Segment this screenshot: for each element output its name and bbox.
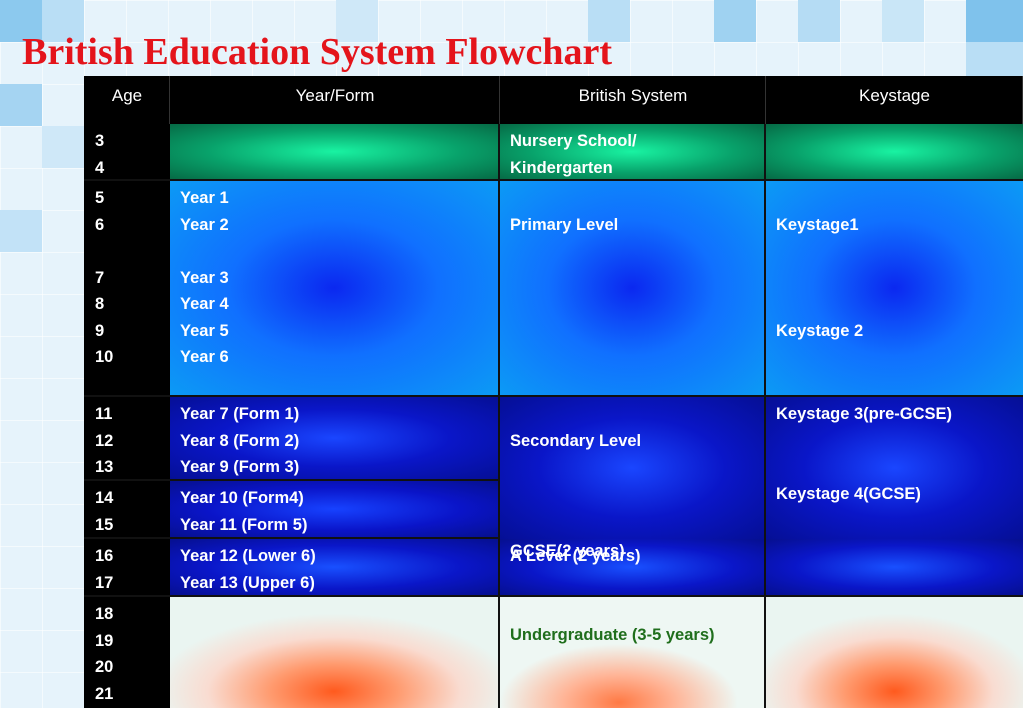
nursery-keystage-cell bbox=[766, 124, 1023, 181]
column-header-age: Age bbox=[84, 76, 170, 124]
primary-keystage: Keystage1 Keystage 2 bbox=[766, 181, 1023, 397]
background-tile bbox=[966, 0, 1023, 42]
secondary-level-label: Secondary Level bbox=[510, 431, 642, 450]
nursery-system: Nursery School/ Kindergarten bbox=[500, 124, 766, 181]
university-keystage-cell bbox=[766, 597, 1023, 708]
secondary-system: Secondary Level GCSE(2 years) bbox=[500, 397, 766, 560]
background-tile bbox=[798, 0, 840, 42]
primary-system: Primary Level bbox=[500, 181, 766, 397]
sixth-form-ages: 16 17 bbox=[84, 539, 170, 597]
gcse-ages: 14 15 bbox=[84, 481, 170, 539]
primary-ages: 5 6 7 8 9 10 bbox=[84, 181, 170, 397]
sixth-form-years: Year 12 (Lower 6) Year 13 (Upper 6) bbox=[170, 539, 500, 597]
university-ages: 18 19 20 21 bbox=[84, 597, 170, 708]
nursery-ages: 3 4 bbox=[84, 124, 170, 181]
secondary-keystage: Keystage 3(pre-GCSE) Keystage 4(GCSE) bbox=[766, 397, 1023, 539]
sixth-form-keystage-cell bbox=[766, 539, 1023, 597]
page-title: British Education System Flowchart bbox=[22, 31, 613, 73]
background-tile bbox=[0, 210, 42, 252]
column-header-british-system: British System bbox=[500, 76, 766, 124]
gcse-label: GCSE(2 years) bbox=[510, 541, 625, 560]
education-table: Age Year/Form British System Keystage 3 … bbox=[84, 76, 1023, 708]
background-tile bbox=[0, 84, 42, 126]
nursery-year-cell bbox=[170, 124, 500, 181]
lower-secondary-ages: 11 12 13 bbox=[84, 397, 170, 481]
background-tile bbox=[882, 0, 924, 42]
university-year-cell bbox=[170, 597, 500, 708]
gcse-years: Year 10 (Form4) Year 11 (Form 5) bbox=[170, 481, 500, 539]
background-tile bbox=[42, 126, 84, 168]
university-system: Undergraduate (3-5 years) bbox=[500, 597, 766, 708]
column-header-year-form: Year/Form bbox=[170, 76, 500, 124]
background-tile bbox=[714, 0, 756, 42]
primary-years: Year 1 Year 2 Year 3 Year 4 Year 5 Year … bbox=[170, 181, 500, 397]
lower-secondary-years: Year 7 (Form 1) Year 8 (Form 2) Year 9 (… bbox=[170, 397, 500, 481]
column-header-keystage: Keystage bbox=[766, 76, 1023, 124]
